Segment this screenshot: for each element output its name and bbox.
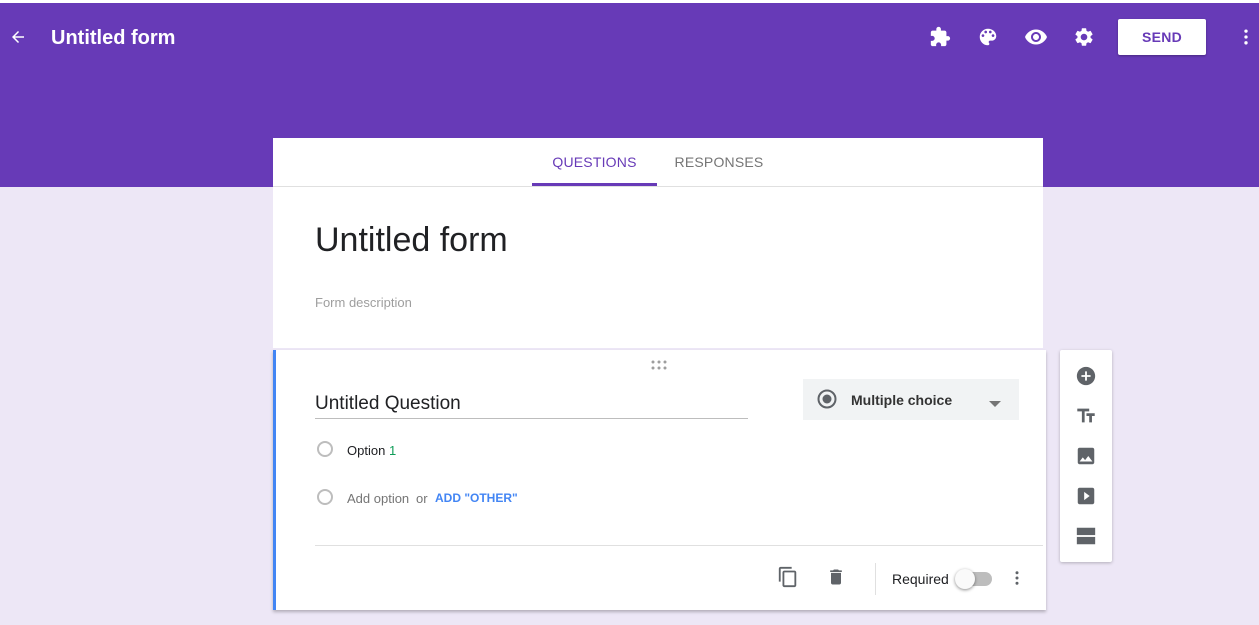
side-toolbar xyxy=(1060,350,1112,562)
question-title-input[interactable]: Untitled Question xyxy=(315,393,748,419)
or-text: or xyxy=(416,491,428,506)
option-1-label[interactable]: Option 1 xyxy=(347,443,396,458)
settings-gear-icon[interactable] xyxy=(1072,25,1096,49)
add-title-text-icon[interactable] xyxy=(1074,404,1098,428)
tab-questions[interactable]: QUESTIONS xyxy=(532,138,657,186)
add-option-link[interactable]: Add option xyxy=(347,491,409,506)
required-toggle[interactable] xyxy=(955,569,992,589)
chevron-down-icon xyxy=(989,395,1001,407)
add-other-link[interactable]: ADD "OTHER" xyxy=(435,491,518,505)
question-type-label: Multiple choice xyxy=(851,392,953,408)
required-label: Required xyxy=(892,571,949,587)
tab-responses[interactable]: RESPONSES xyxy=(667,138,771,186)
send-button[interactable]: SEND xyxy=(1118,19,1206,55)
add-video-icon[interactable] xyxy=(1074,484,1098,508)
form-description-field[interactable]: Form description xyxy=(315,295,412,310)
form-title[interactable]: Untitled form xyxy=(315,221,508,260)
required-toggle-knob xyxy=(955,569,975,589)
form-header-card: Untitled form Form description xyxy=(273,187,1043,348)
question-more-vert-icon[interactable] xyxy=(1005,566,1029,590)
add-image-icon[interactable] xyxy=(1074,444,1098,468)
duplicate-icon[interactable] xyxy=(776,565,800,589)
drag-handle-icon[interactable] xyxy=(651,357,667,370)
question-type-dropdown[interactable]: Multiple choice xyxy=(803,379,1019,420)
app-title: Untitled form xyxy=(51,27,176,49)
radio-button-checked-icon xyxy=(817,389,837,409)
back-arrow-icon[interactable] xyxy=(6,25,30,49)
add-section-icon[interactable] xyxy=(1074,524,1098,548)
delete-trash-icon[interactable] xyxy=(824,565,848,589)
palette-icon[interactable] xyxy=(976,25,1000,49)
tabs-bar: QUESTIONS RESPONSES xyxy=(273,138,1043,187)
more-vert-icon[interactable] xyxy=(1234,25,1258,49)
add-question-icon[interactable] xyxy=(1074,364,1098,388)
preview-eye-icon[interactable] xyxy=(1024,25,1048,49)
active-tab-indicator xyxy=(532,183,657,186)
add-option-radio xyxy=(317,489,333,505)
footer-vertical-divider xyxy=(875,563,876,595)
addons-puzzle-icon[interactable] xyxy=(928,25,952,49)
footer-divider xyxy=(315,545,1043,546)
option-radio xyxy=(317,441,333,457)
question-card[interactable]: Untitled Question Multiple choice Option… xyxy=(273,350,1046,610)
